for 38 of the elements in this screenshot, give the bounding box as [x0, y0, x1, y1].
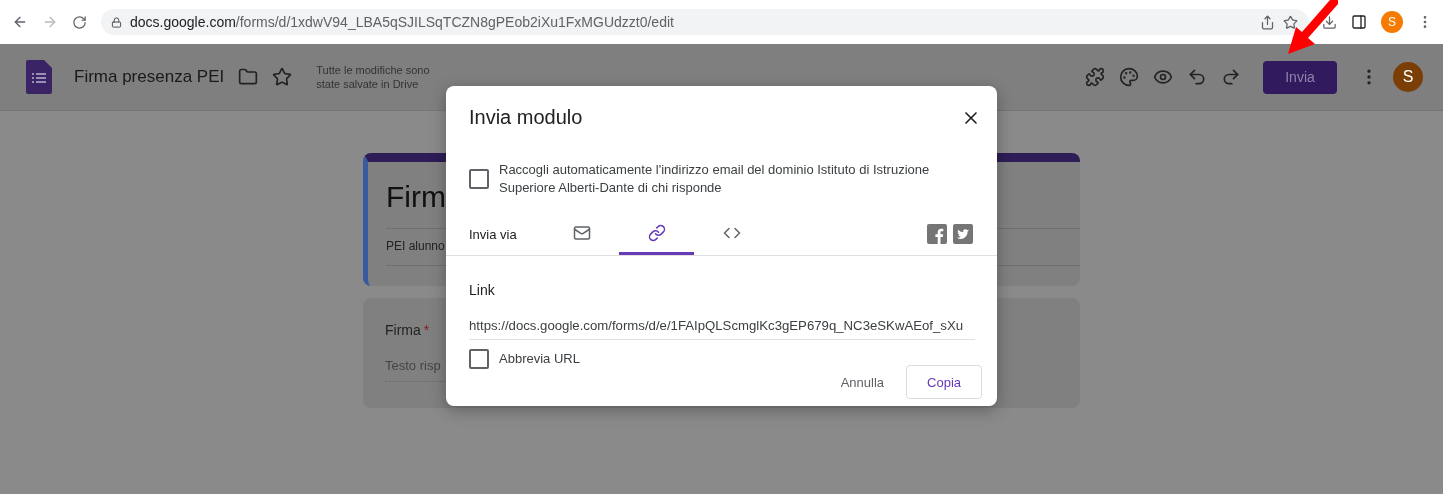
dialog-title: Invia modulo [469, 106, 583, 129]
checkbox[interactable] [469, 169, 489, 189]
copy-button[interactable]: Copia [906, 365, 982, 399]
puzzle-icon[interactable] [1085, 67, 1105, 87]
link-field[interactable]: https://docs.google.com/forms/d/e/1FAIpQLScmglKc3gEP679q_NC3eSKwAEof_sXu [469, 318, 975, 340]
twitter-icon[interactable] [953, 224, 973, 244]
reload-icon[interactable] [72, 14, 87, 30]
forms-logo-icon[interactable] [26, 60, 52, 94]
redo-icon[interactable] [1221, 67, 1241, 87]
url-host: docs.google.com [130, 14, 236, 30]
back-icon[interactable] [12, 14, 28, 30]
link-label: Link [468, 282, 496, 298]
palette-icon[interactable] [1119, 67, 1139, 87]
envelope-icon [572, 223, 591, 242]
account-avatar[interactable]: S [1393, 62, 1423, 92]
lock-icon [111, 16, 122, 28]
checkbox-label: Raccogli automaticamente l'indirizzo email del dominio Istituto di Istruzione Superiore Alberti-Dante di chi risponde [499, 161, 931, 197]
star-icon[interactable] [272, 67, 293, 87]
side-panel-icon[interactable] [1351, 14, 1367, 30]
send-button[interactable]: Invia [1263, 60, 1337, 94]
save-status: Tutte le modifiche sono state salvate in Drive [316, 63, 431, 91]
send-via-label: Invia via [469, 226, 518, 242]
checkbox[interactable] [469, 349, 489, 369]
question-label: Firma * [385, 322, 430, 338]
folder-icon[interactable] [238, 67, 259, 87]
checkbox-label: Abbrevia URL [499, 350, 580, 368]
preview-eye-icon[interactable] [1153, 67, 1173, 87]
form-heading: Firm [386, 180, 446, 214]
facebook-icon[interactable] [927, 224, 947, 244]
download-icon[interactable] [1322, 14, 1337, 30]
link-icon [647, 223, 666, 242]
star-icon[interactable] [1283, 14, 1298, 30]
undo-icon[interactable] [1187, 67, 1207, 87]
address-bar[interactable]: docs.google.com/forms/d/1xdwV94_LBA5qSJILSqTCZN8gPEob2iXu1FxMGUdzzt0/edit [101, 9, 1308, 35]
share-icon[interactable] [1260, 14, 1275, 30]
form-title[interactable]: Firma presenza PEI [74, 67, 225, 87]
url-path: /forms/d/1xdwV94_LBA5qSJILSqTCZN8gPEob2iXu1FxMGUdzzt0/edit [235, 14, 674, 30]
annotation-arrow [1286, 0, 1338, 54]
